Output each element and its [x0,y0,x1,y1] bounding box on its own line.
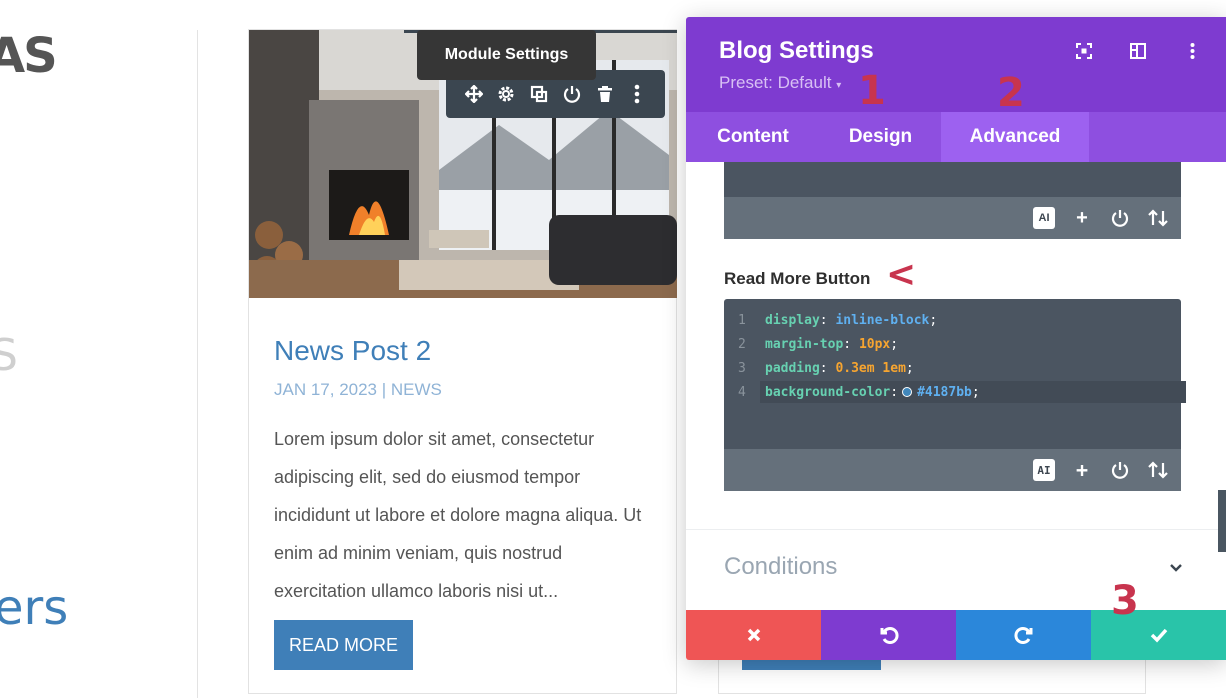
css-editor-read-more-button[interactable]: 1 display: inline-block; 2 margin-top: 1… [724,299,1186,491]
add-icon[interactable]: + [1071,458,1093,482]
more-icon[interactable] [1182,41,1202,61]
conditions-toggle[interactable]: Conditions [724,553,837,581]
scrollbar-handle[interactable] [1218,490,1226,552]
settings-tabs: Content Design Advanced [686,112,1226,162]
panel-header: Blog Settings Preset: Default ▾ [686,17,1226,112]
blog-post-card: News Post 2 JAN 17, 2023 | NEWS Lorem ip… [248,29,677,694]
code-line: 4 background-color: #4187bb; [738,384,980,400]
caret-down-icon: ▾ [836,80,842,91]
editor-toolbar: AI + [724,449,1181,491]
panel-title: Blog Settings [719,37,874,64]
sidebar-icon[interactable] [1128,41,1148,61]
preset-selector[interactable]: Preset: Default ▾ [719,73,841,93]
discard-button[interactable] [686,610,821,660]
gear-icon[interactable] [493,81,519,107]
annotation-step-1: 1 [858,68,886,114]
undo-button[interactable] [821,610,956,660]
power-icon[interactable] [1109,459,1131,481]
sort-icon[interactable] [1147,459,1169,481]
power-icon[interactable] [1109,207,1131,229]
section-divider [686,529,1226,530]
read-more-button[interactable]: READ MORE [274,620,413,670]
trash-icon[interactable] [592,81,618,107]
color-swatch[interactable] [902,387,913,397]
field-label-read-more-button: Read More Button [724,269,871,288]
post-meta: JAN 17, 2023 | NEWS [274,380,442,399]
editor-toolbar: AI + [724,197,1181,239]
post-title[interactable]: News Post 2 [274,335,431,367]
more-icon[interactable] [624,81,650,107]
partial-heading-top: AS [0,28,58,84]
partial-heading-middle: S [0,330,18,381]
column-divider [197,30,198,698]
code-line: 1 display: inline-block; [738,312,938,328]
ai-button[interactable]: AI [1033,207,1055,229]
ai-button[interactable]: AI [1033,459,1055,481]
post-excerpt: Lorem ipsum dolor sit amet, consectetur … [274,429,642,601]
module-settings-tooltip: Module Settings [417,30,596,80]
preset-label: Preset: Default [719,73,832,92]
power-icon[interactable] [559,81,585,107]
code-line: 2 margin-top: 10px; [738,336,899,352]
redo-button[interactable] [956,610,1091,660]
focus-icon[interactable] [1074,41,1094,61]
partial-heading-bottom: ers [0,580,69,636]
code-line: 3 padding: 0.3em 1em; [738,360,914,376]
blog-settings-panel: Blog Settings Preset: Default ▾ Content … [686,17,1226,660]
annotation-step-3: 3 [1111,578,1139,624]
annotation-step-2: 2 [997,70,1025,116]
annotation-arrow: < [886,254,917,295]
chevron-down-icon[interactable] [1166,557,1186,577]
move-icon[interactable] [461,81,487,107]
tab-content[interactable]: Content [686,112,820,162]
tab-design[interactable]: Design [820,112,941,162]
tab-advanced[interactable]: Advanced [941,112,1089,162]
css-editor-previous[interactable]: AI + [724,162,1181,239]
action-bar [686,610,1226,660]
duplicate-icon[interactable] [526,81,552,107]
sort-icon[interactable] [1147,207,1169,229]
add-icon[interactable]: + [1071,207,1093,229]
